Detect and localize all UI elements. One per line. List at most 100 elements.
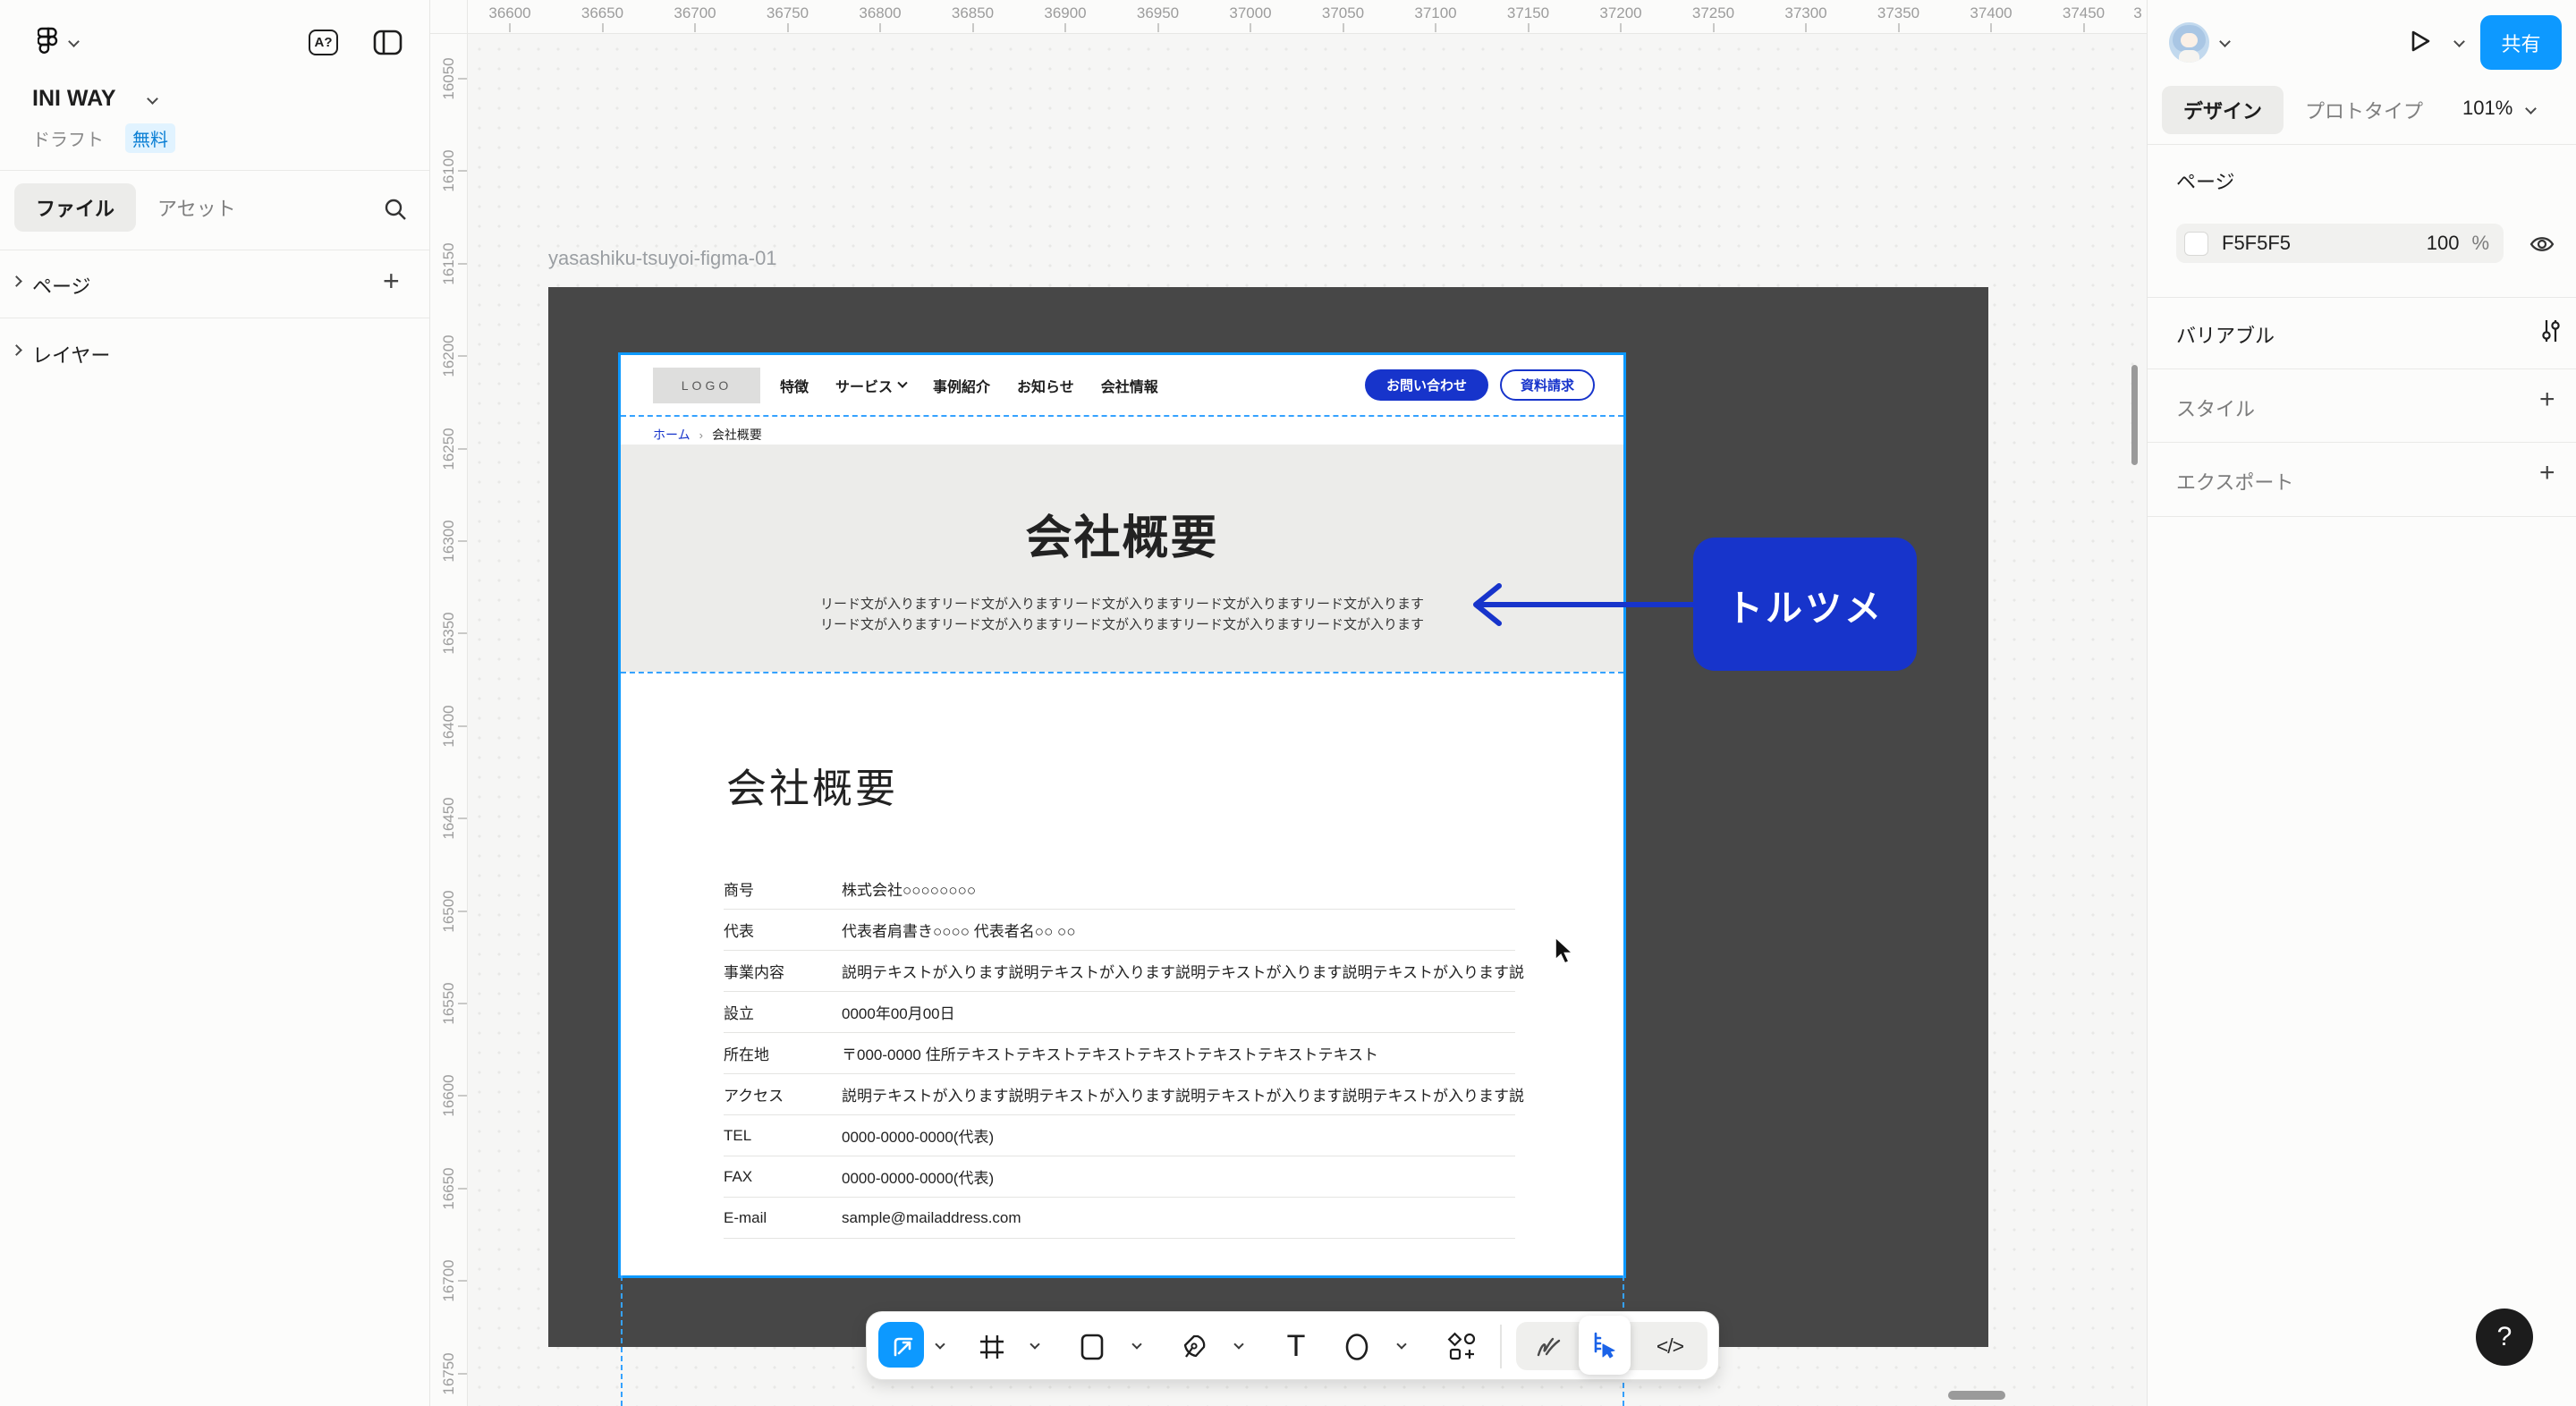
nav-item-label: 会社情報 bbox=[1101, 375, 1158, 396]
styles-section-label[interactable]: スタイル bbox=[2176, 394, 2255, 422]
shape-tool-chevron-icon[interactable] bbox=[1131, 1339, 1141, 1349]
pages-expand-chevron-icon[interactable] bbox=[11, 275, 22, 287]
comment-tool-chevron-icon[interactable] bbox=[1396, 1339, 1406, 1349]
tab-design[interactable]: デザイン bbox=[2162, 86, 2284, 134]
shape-tool[interactable] bbox=[1071, 1312, 1114, 1381]
ruler-top-tick bbox=[1990, 23, 1992, 32]
annotation-callout[interactable]: トルツメ bbox=[1693, 538, 1917, 671]
zoom-control[interactable]: 101% bbox=[2462, 97, 2535, 120]
ruler-top: 3660036650367003675036800368503690036950… bbox=[468, 0, 2147, 34]
ruler-left-label: 16700 bbox=[440, 1260, 458, 1302]
sidebar-section-layers[interactable]: レイヤー bbox=[32, 340, 110, 368]
ruler-left-tick bbox=[458, 725, 467, 727]
layers-expand-chevron-icon[interactable] bbox=[11, 344, 22, 356]
add-page-button[interactable]: + bbox=[383, 265, 400, 298]
present-chevron-icon[interactable] bbox=[2453, 36, 2465, 47]
visibility-eye-icon[interactable] bbox=[2529, 233, 2555, 256]
breadcrumb-home: ホーム bbox=[653, 426, 691, 444]
hero-section: 会社概要 リード文が入りますリード文が入りますリード文が入りますリード文が入りま… bbox=[621, 445, 1623, 672]
divider bbox=[2148, 516, 2576, 517]
frame-tool[interactable] bbox=[970, 1312, 1013, 1381]
canvas-vertical-scrollbar[interactable] bbox=[2131, 365, 2138, 465]
plan-badge[interactable]: 無料 bbox=[125, 123, 175, 153]
table-row-value: 代表者肩書き○○○○ 代表者名○○ ○○ bbox=[842, 919, 1076, 941]
present-play-icon[interactable] bbox=[2405, 27, 2434, 55]
divider bbox=[2148, 144, 2576, 145]
ruler-top-label: 37050 bbox=[1322, 4, 1364, 22]
draw-annotate-tool[interactable] bbox=[1525, 1322, 1572, 1370]
tab-prototype[interactable]: プロトタイプ bbox=[2284, 86, 2445, 134]
ruler-left-label: 16400 bbox=[440, 705, 458, 747]
add-export-button[interactable]: + bbox=[2539, 458, 2555, 488]
company-table: 商号株式会社○○○○○○○○代表代表者肩書き○○○○ 代表者名○○ ○○事業内容… bbox=[724, 868, 1515, 1239]
dev-mode-code-tool[interactable]: </> bbox=[1643, 1322, 1697, 1370]
a11y-icon-label: A? bbox=[315, 35, 333, 50]
ruler-left-tick bbox=[458, 540, 467, 542]
add-style-button[interactable]: + bbox=[2539, 385, 2555, 415]
table-row-label: E-mail bbox=[724, 1209, 842, 1227]
ruler-top-tick bbox=[1343, 23, 1344, 32]
design-page[interactable]: LOGO 特徴サービス事例紹介お知らせ会社情報 お問い合わせ 資料請求 ホーム … bbox=[621, 355, 1623, 1275]
variables-section-label[interactable]: バリアブル bbox=[2176, 320, 2275, 349]
ruler-left-label: 16100 bbox=[440, 150, 458, 192]
left-sidebar-tabs: ファイル アセット bbox=[14, 183, 258, 232]
table-row-label: 所在地 bbox=[724, 1042, 842, 1064]
sidebar-section-pages[interactable]: ページ bbox=[32, 271, 91, 300]
color-hex-value[interactable]: F5F5F5 bbox=[2222, 232, 2427, 255]
table-row-label: 代表 bbox=[724, 919, 842, 941]
actions-search-icon[interactable]: A? bbox=[309, 30, 338, 55]
ruler-top-tick bbox=[1435, 23, 1436, 32]
frame-tool-chevron-icon[interactable] bbox=[1030, 1339, 1039, 1349]
tab-assets[interactable]: アセット bbox=[136, 183, 258, 232]
table-row: アクセス説明テキストが入ります説明テキストが入ります説明テキストが入ります説明テ… bbox=[724, 1074, 1515, 1115]
actions-tool[interactable] bbox=[1439, 1312, 1486, 1381]
document-title-chevron-icon[interactable] bbox=[147, 93, 158, 105]
toggle-sidebar-icon[interactable] bbox=[373, 30, 402, 55]
tab-files[interactable]: ファイル bbox=[14, 183, 136, 232]
ruler-left-tick bbox=[458, 1003, 467, 1004]
nav-item-label: 特徴 bbox=[780, 375, 809, 396]
frame-label[interactable]: yasashiku-tsuyoi-figma-01 bbox=[548, 247, 777, 270]
draw-annotate-icon bbox=[1534, 1333, 1563, 1359]
document-title[interactable]: INI WAY bbox=[32, 86, 116, 112]
ruler-left-tick bbox=[458, 1095, 467, 1097]
ruler-top-tick bbox=[879, 23, 881, 32]
ruler-top-tick bbox=[1157, 23, 1159, 32]
move-tool[interactable] bbox=[878, 1322, 924, 1368]
selection-dash-left-edge bbox=[621, 1275, 623, 1406]
figma-menu-chevron-icon[interactable] bbox=[68, 36, 80, 47]
avatar-chevron-icon[interactable] bbox=[2219, 36, 2231, 47]
canvas-horizontal-scrollbar[interactable] bbox=[1948, 1391, 2005, 1400]
search-icon[interactable] bbox=[382, 196, 409, 223]
figma-menu-icon[interactable] bbox=[38, 26, 61, 60]
ruler-left-label: 16250 bbox=[440, 428, 458, 470]
pen-tool-chevron-icon[interactable] bbox=[1233, 1339, 1243, 1349]
pen-tool[interactable] bbox=[1173, 1312, 1216, 1381]
draft-label[interactable]: ドラフト bbox=[32, 125, 104, 151]
ruler-left-label: 16750 bbox=[440, 1352, 458, 1394]
frame-tool-icon bbox=[979, 1334, 1005, 1360]
ruler-left-tick bbox=[458, 263, 467, 265]
ruler-top-tick bbox=[602, 23, 604, 32]
move-cursor-icon bbox=[888, 1332, 915, 1359]
avatar[interactable] bbox=[2169, 22, 2209, 63]
measure-tool[interactable] bbox=[1579, 1316, 1631, 1375]
page-color-row[interactable]: F5F5F5 100 % bbox=[2176, 224, 2504, 263]
site-nav: 特徴サービス事例紹介お知らせ会社情報 bbox=[780, 375, 1158, 396]
move-tool-chevron-icon[interactable] bbox=[935, 1339, 945, 1349]
toolbar-right-group: </> bbox=[1516, 1322, 1707, 1370]
ruler-top-label: 37200 bbox=[1599, 4, 1641, 22]
breadcrumb-separator: › bbox=[699, 428, 703, 442]
export-section-label[interactable]: エクスポート bbox=[2176, 467, 2293, 495]
share-button[interactable]: 共有 bbox=[2480, 15, 2562, 70]
variables-adjust-icon[interactable] bbox=[2539, 318, 2563, 343]
ruler-top-label: 37250 bbox=[1692, 4, 1734, 22]
table-row-value: sample@mailaddress.com bbox=[842, 1209, 1021, 1227]
comment-tool[interactable] bbox=[1335, 1312, 1378, 1381]
help-button[interactable]: ? bbox=[2476, 1309, 2533, 1366]
color-swatch[interactable] bbox=[2184, 232, 2208, 256]
ruler-top-tick bbox=[2083, 23, 2085, 32]
color-opacity-value[interactable]: 100 bbox=[2427, 232, 2460, 255]
divider bbox=[0, 170, 429, 171]
text-tool[interactable]: T bbox=[1275, 1312, 1318, 1381]
